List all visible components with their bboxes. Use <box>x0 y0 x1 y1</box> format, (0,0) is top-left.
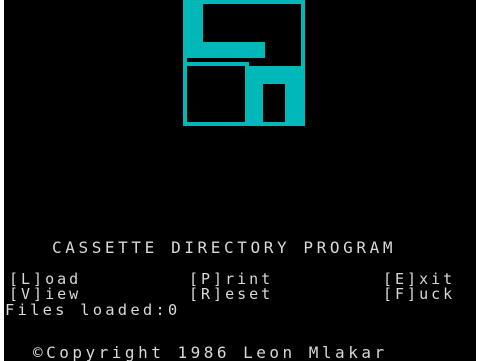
spectrum-screen: CASSETTE DIRECTORY PROGRAM [L]oad [P]rin… <box>0 0 481 361</box>
menu-fuck[interactable]: [F]uck <box>383 286 455 302</box>
menu-view[interactable]: [V]iew <box>9 286 81 302</box>
right-border <box>476 0 481 361</box>
lm-logo-icon <box>183 0 305 126</box>
program-title: CASSETTE DIRECTORY PROGRAM <box>52 238 397 257</box>
files-loaded-status: Files loaded:0 <box>5 301 181 319</box>
left-border <box>0 0 4 361</box>
menu-reset[interactable]: [R]eset <box>189 286 273 302</box>
copyright-notice: ©Copyright 1986 Leon Mlakar <box>33 343 388 361</box>
